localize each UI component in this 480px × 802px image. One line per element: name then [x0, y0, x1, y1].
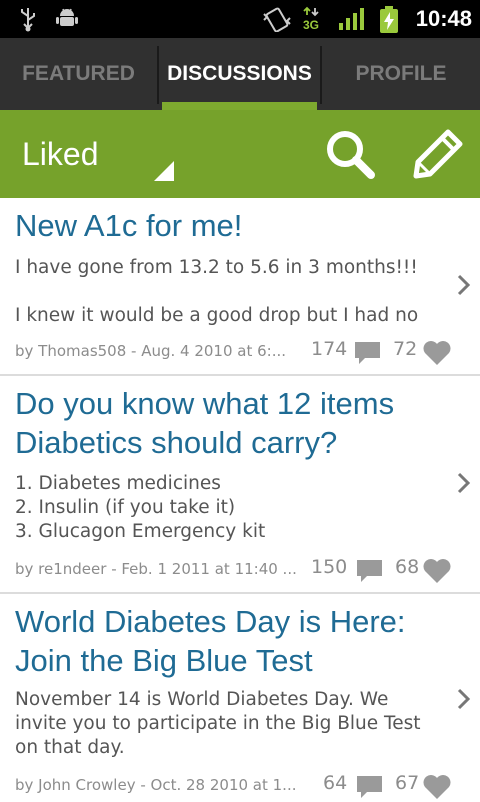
search-button[interactable] [310, 110, 390, 198]
android-debug-icon [56, 8, 78, 26]
clock: 10:48 [415, 6, 472, 31]
search-icon [327, 131, 375, 179]
tab-divider [157, 46, 159, 104]
action-bar: Liked [0, 110, 480, 198]
post-excerpt: I have gone from 13.2 to 5.6 in 3 months… [15, 256, 435, 328]
compose-button[interactable] [398, 110, 478, 198]
post-byline: by Thomas508 - Aug. 4 2010 at 6:... [15, 342, 287, 360]
post-byline: by re1ndeer - Feb. 1 2011 at 11:40 ... [15, 560, 297, 578]
excerpt-line [15, 280, 435, 304]
status-bar: 3G 10:48 [0, 0, 480, 38]
tab-profile[interactable]: PROFILE [322, 38, 480, 110]
chevron-right-icon [457, 688, 471, 710]
excerpt-line: I knew it would be a good drop but I had… [15, 305, 419, 326]
list-item[interactable]: Do you know what 12 items Diabetics shou… [0, 376, 480, 594]
excerpt-line: 2. Insulin (if you take it) [15, 497, 236, 518]
list-item[interactable]: World Diabetes Day is Here: Join the Big… [0, 594, 480, 800]
excerpt-line: invite you to participate in the Big Blu… [15, 713, 421, 734]
like-count: 68 [395, 556, 420, 578]
active-tab-indicator [162, 102, 317, 110]
excerpt-line: on that day. [15, 737, 125, 758]
post-excerpt: November 14 is World Diabetes Day. We in… [15, 688, 435, 760]
like-count: 67 [395, 772, 420, 794]
battery-charging-icon [380, 6, 398, 33]
tab-label: FEATURED [22, 62, 135, 85]
comment-icon [355, 342, 380, 364]
post-title: World Diabetes Day is Here: Join the Big… [15, 604, 406, 678]
comment-icon [357, 560, 382, 582]
post-meta: by John Crowley - Oct. 28 2010 at 1... 6… [15, 772, 470, 802]
tab-label: DISCUSSIONS [167, 62, 312, 85]
comment-count: 64 [323, 772, 348, 794]
chevron-right-icon [457, 274, 471, 296]
svg-text:3G: 3G [303, 18, 319, 32]
heart-icon [423, 775, 451, 799]
comment-icon [357, 776, 382, 798]
tab-featured[interactable]: FEATURED [0, 38, 157, 110]
heart-icon [423, 341, 451, 365]
filter-label: Liked [22, 136, 99, 172]
excerpt-line: 3. Glucagon Emergency kit [15, 521, 266, 542]
dropdown-corner-icon [154, 161, 174, 181]
heart-icon [423, 559, 451, 583]
post-meta: by Thomas508 - Aug. 4 2010 at 6:... 174 … [15, 338, 470, 368]
tab-discussions[interactable]: DISCUSSIONS [162, 38, 317, 110]
chevron-right-icon [457, 472, 471, 494]
post-meta: by re1ndeer - Feb. 1 2011 at 11:40 ... 1… [15, 556, 470, 586]
comment-count: 150 [311, 556, 348, 578]
like-count: 72 [393, 338, 418, 360]
excerpt-line: I have gone from 13.2 to 5.6 in 3 months… [15, 257, 418, 278]
post-title: Do you know what 12 items Diabetics shou… [15, 386, 395, 460]
tab-label: PROFILE [355, 62, 447, 85]
tab-bar: FEATURED DISCUSSIONS PROFILE [0, 38, 480, 110]
signal-icon [339, 8, 364, 30]
post-byline: by John Crowley - Oct. 28 2010 at 1... [15, 776, 297, 794]
3g-data-icon: 3G [303, 6, 319, 32]
filter-dropdown[interactable]: Liked [0, 110, 185, 198]
vibrate-icon [263, 7, 291, 32]
excerpt-line: 1. Diabetes medicines [15, 473, 221, 494]
list-item[interactable]: New A1c for me! I have gone from 13.2 to… [0, 198, 480, 376]
post-title: New A1c for me! [15, 208, 243, 243]
compose-icon [413, 129, 463, 179]
comment-count: 174 [311, 338, 348, 360]
excerpt-line: November 14 is World Diabetes Day. We [15, 689, 389, 710]
post-excerpt: 1. Diabetes medicines 2. Insulin (if you… [15, 472, 435, 544]
usb-icon [21, 8, 35, 32]
